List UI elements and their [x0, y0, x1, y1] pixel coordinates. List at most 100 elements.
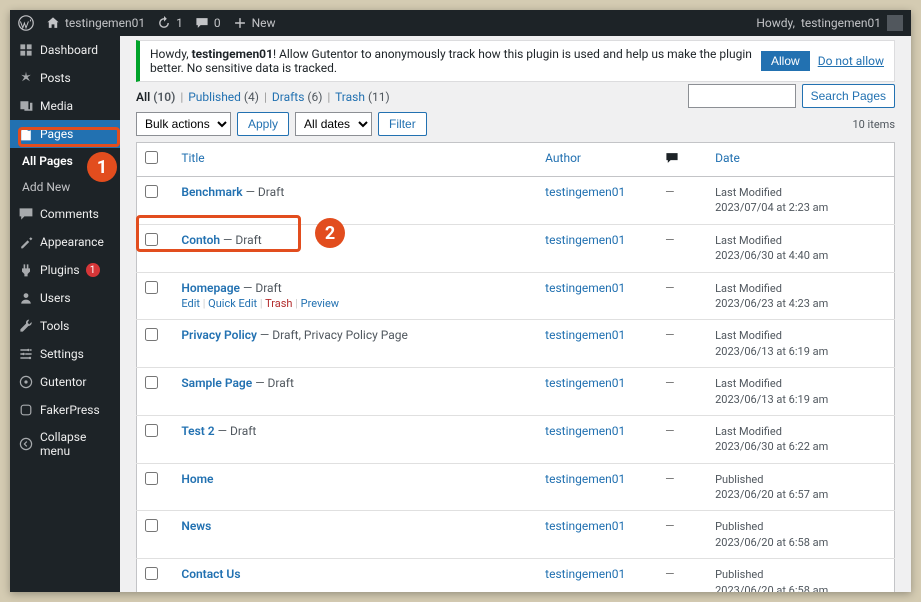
menu-appearance[interactable]: Appearance [10, 228, 120, 256]
table-row: Privacy Policy — Draft, Privacy Policy P… [137, 320, 895, 368]
author-link[interactable]: testingemen01 [545, 328, 625, 342]
edit-link[interactable]: Edit [181, 297, 200, 310]
date-value: 2023/06/30 at 6:22 am [715, 440, 828, 453]
row-checkbox[interactable] [145, 233, 158, 246]
date-status: Last Modified [715, 425, 782, 438]
row-checkbox[interactable] [145, 376, 158, 389]
date-status: Last Modified [715, 282, 782, 295]
comment-icon [665, 151, 679, 165]
author-link[interactable]: testingemen01 [545, 472, 625, 486]
tablenav-top: Bulk actions Apply All dates Filter 10 i… [136, 112, 895, 136]
menu-comments[interactable]: Comments [10, 200, 120, 228]
menu-collapse[interactable]: Collapse menu [10, 424, 120, 464]
post-state: — Draft [243, 185, 285, 199]
post-state: — Draft [252, 376, 294, 390]
row-checkbox[interactable] [145, 424, 158, 437]
author-link[interactable]: testingemen01 [545, 424, 625, 438]
author-link[interactable]: testingemen01 [545, 519, 625, 533]
trash-link[interactable]: Trash [265, 297, 292, 310]
page-title-link[interactable]: News [181, 519, 211, 533]
date-filter-select[interactable]: All dates [295, 112, 372, 136]
comment-count: — [665, 424, 674, 438]
select-all-checkbox[interactable] [145, 151, 158, 164]
comments-link[interactable]: 0 [195, 16, 221, 30]
menu-dashboard[interactable]: Dashboard [10, 36, 120, 64]
row-checkbox[interactable] [145, 328, 158, 341]
pages-table: Title Author Date Benchmark — Draft test… [136, 142, 895, 592]
author-link[interactable]: testingemen01 [545, 281, 625, 295]
author-link[interactable]: testingemen01 [545, 376, 625, 390]
column-author[interactable]: Author [537, 143, 657, 177]
menu-fakerpress[interactable]: FakerPress [10, 396, 120, 424]
site-name-text: testingemen01 [65, 16, 145, 30]
quick-edit-link[interactable]: Quick Edit [208, 297, 257, 310]
preview-link[interactable]: Preview [301, 297, 339, 310]
page-title-link[interactable]: Homepage [181, 281, 240, 295]
do-not-allow-link[interactable]: Do not allow [818, 54, 884, 68]
search-box: Search Pages [688, 84, 895, 108]
row-checkbox[interactable] [145, 472, 158, 485]
apply-button[interactable]: Apply [237, 112, 289, 136]
filter-published[interactable]: Published (4) [188, 90, 259, 104]
page-title-link[interactable]: Benchmark [181, 185, 242, 199]
page-title-link[interactable]: Home [181, 472, 213, 486]
table-row: Contoh — Draft testingemen01 — Last Modi… [137, 224, 895, 272]
new-content-link[interactable]: New [233, 16, 276, 30]
comment-count: — [665, 519, 674, 533]
date-value: 2023/06/23 at 4:23 am [715, 297, 828, 310]
page-title-link[interactable]: Contact Us [181, 567, 240, 581]
date-value: 2023/06/13 at 6:19 am [715, 345, 828, 358]
row-checkbox[interactable] [145, 519, 158, 532]
menu-tools[interactable]: Tools [10, 312, 120, 340]
author-link[interactable]: testingemen01 [545, 567, 625, 581]
table-row: News testingemen01 — Published2023/06/20… [137, 511, 895, 559]
wp-logo[interactable] [18, 15, 34, 31]
site-name-link[interactable]: testingemen01 [46, 16, 145, 30]
page-title-link[interactable]: Privacy Policy [181, 328, 257, 342]
menu-plugins[interactable]: Plugins1 [10, 256, 120, 284]
column-comments[interactable] [657, 143, 707, 177]
author-link[interactable]: testingemen01 [545, 185, 625, 199]
post-state: — Draft, Privacy Policy Page [257, 328, 408, 342]
search-button[interactable]: Search Pages [802, 84, 895, 108]
search-input[interactable] [688, 84, 796, 108]
date-value: 2023/06/30 at 4:40 am [715, 249, 828, 262]
filter-trash[interactable]: Trash (11) [335, 90, 390, 104]
date-value: 2023/07/04 at 2:23 am [715, 201, 828, 214]
filter-button[interactable]: Filter [378, 112, 427, 136]
menu-users[interactable]: Users [10, 284, 120, 312]
column-title[interactable]: Title [173, 143, 537, 177]
comment-icon [195, 16, 209, 30]
row-checkbox[interactable] [145, 281, 158, 294]
page-title-link[interactable]: Contoh [181, 233, 220, 247]
menu-media[interactable]: Media [10, 92, 120, 120]
filter-all[interactable]: All (10) [136, 90, 175, 104]
menu-pages[interactable]: Pages [10, 120, 120, 148]
date-status: Last Modified [715, 234, 782, 247]
author-link[interactable]: testingemen01 [545, 233, 625, 247]
menu-gutentor[interactable]: Gutentor [10, 368, 120, 396]
menu-label: Users [40, 291, 71, 305]
updates-link[interactable]: 1 [157, 16, 183, 30]
page-title-link[interactable]: Test 2 [181, 424, 214, 438]
menu-label: Comments [40, 207, 99, 221]
menu-label: Settings [40, 347, 84, 361]
comment-count: — [665, 472, 674, 486]
comment-count: — [665, 185, 674, 199]
filter-drafts[interactable]: Drafts (6) [272, 90, 323, 104]
bulk-actions-select[interactable]: Bulk actions [136, 112, 231, 136]
page-title-link[interactable]: Sample Page [181, 376, 252, 390]
date-status: Last Modified [715, 186, 782, 199]
post-state: — Draft [220, 233, 262, 247]
allow-button[interactable]: Allow [761, 51, 810, 71]
column-date[interactable]: Date [707, 143, 894, 177]
comment-count: — [665, 328, 674, 342]
date-value: 2023/06/20 at 6:57 am [715, 488, 828, 501]
menu-posts[interactable]: Posts [10, 64, 120, 92]
menu-settings[interactable]: Settings [10, 340, 120, 368]
row-checkbox[interactable] [145, 185, 158, 198]
row-checkbox[interactable] [145, 567, 158, 580]
my-account[interactable]: Howdy, testingemen01 [756, 15, 903, 31]
date-status: Published [715, 473, 763, 486]
date-status: Published [715, 520, 763, 533]
